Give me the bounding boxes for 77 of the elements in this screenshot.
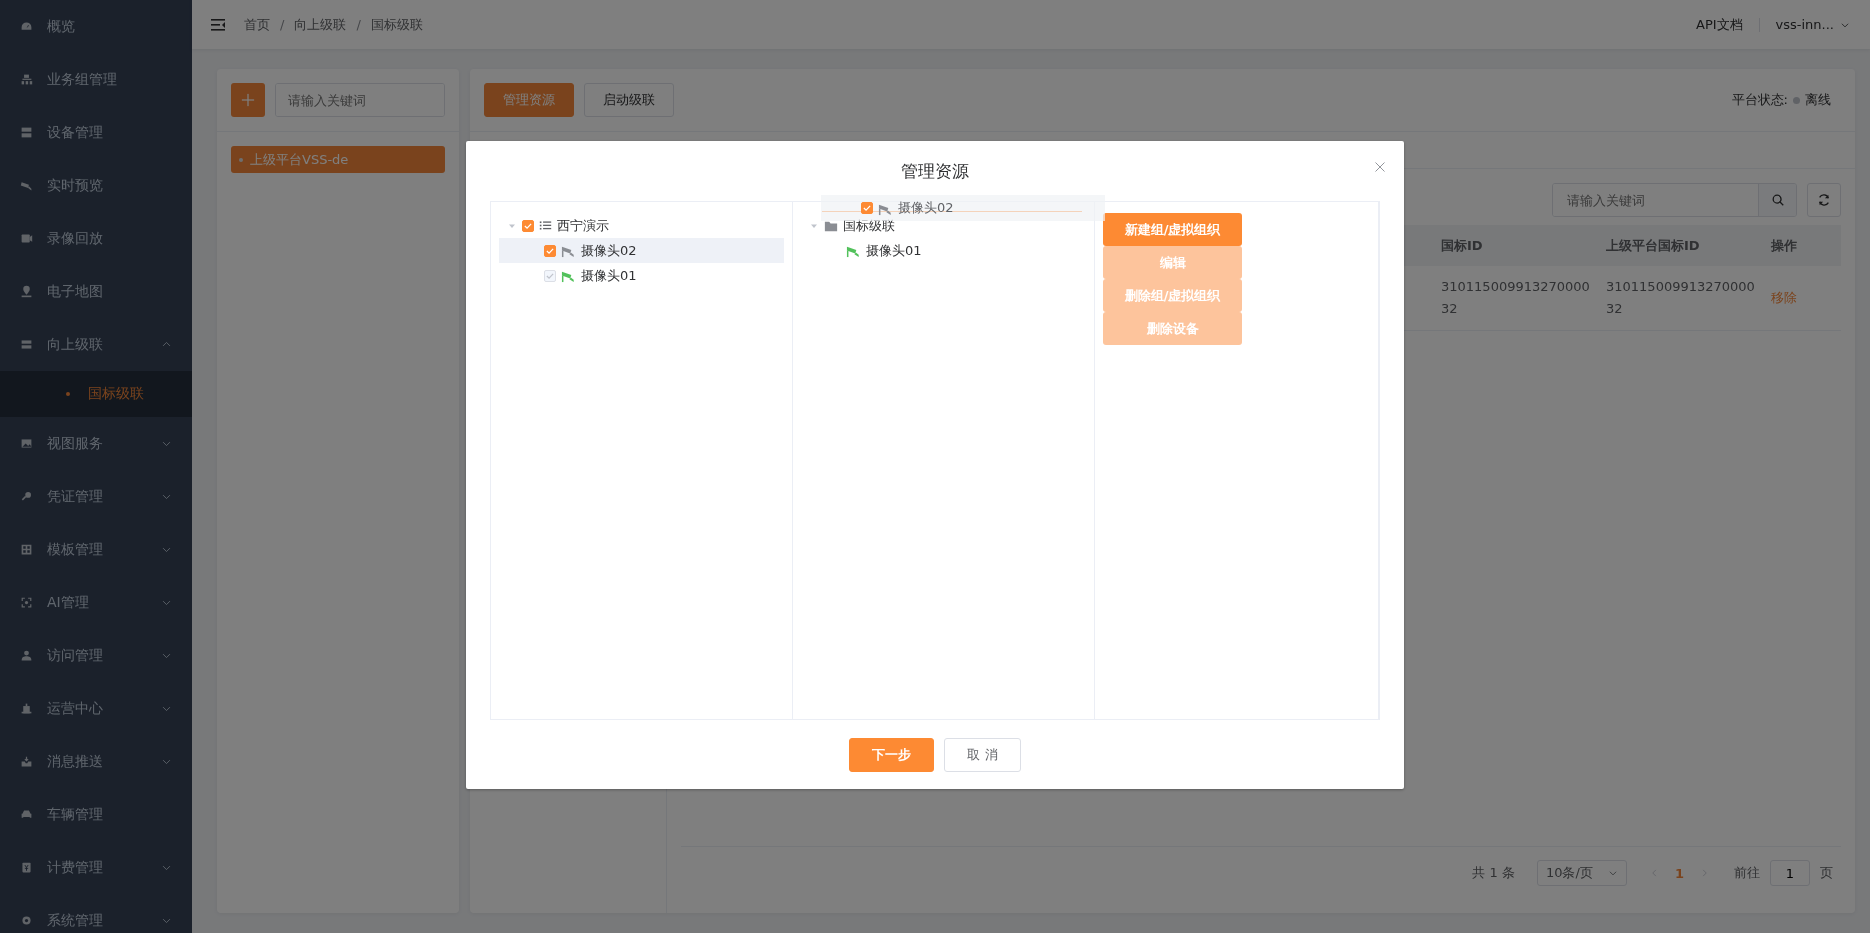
user-menu[interactable]: vss-inn...	[1775, 17, 1850, 32]
sidebar-item[interactable]: 视图服务	[0, 417, 192, 470]
user-icon	[20, 649, 33, 662]
gear-icon	[20, 914, 33, 927]
submenu-item[interactable]: 国标级联	[0, 371, 192, 417]
plus-icon	[241, 93, 255, 107]
chevron-down-icon	[1607, 868, 1618, 878]
page-input[interactable]: 1	[1770, 860, 1810, 886]
key-icon	[20, 490, 33, 503]
check-icon	[862, 203, 872, 213]
refresh-button[interactable]	[1807, 183, 1841, 217]
map-pin-icon	[20, 285, 33, 298]
menu-fold-icon	[210, 16, 226, 33]
goto-label: 前往	[1734, 864, 1760, 882]
sidebar-item[interactable]: 电子地图	[0, 265, 192, 318]
server-icon	[20, 126, 33, 139]
sidebar-item[interactable]: 实时预览	[0, 159, 192, 212]
column-header: 操作	[1771, 237, 1797, 253]
sidebar-item[interactable]: AI管理	[0, 576, 192, 629]
footer-button[interactable]: 下一步	[849, 737, 935, 772]
add-button[interactable]	[231, 83, 265, 117]
tree-node[interactable]: 摄像头02	[499, 238, 784, 263]
platform-item[interactable]: 上级平台VSS-de	[231, 146, 445, 173]
footer-button[interactable]: 取 消	[944, 737, 1021, 772]
tree-node[interactable]: 西宁演示	[499, 213, 784, 238]
sidebar-item[interactable]: 访问管理	[0, 629, 192, 682]
image-icon	[20, 437, 33, 450]
page-size-select[interactable]: 10条/页	[1536, 860, 1627, 886]
docs-link[interactable]: API文档	[1696, 15, 1743, 34]
checkbox[interactable]	[522, 219, 534, 232]
breadcrumb-item[interactable]: 首页	[244, 15, 270, 34]
table-cell: 31011500991327000032	[1606, 279, 1755, 316]
breadcrumb-item[interactable]: 向上级联	[294, 15, 347, 34]
close-icon	[1374, 161, 1386, 173]
sidebar-item[interactable]: 运营中心	[0, 682, 192, 735]
breadcrumb-item[interactable]: 国标级联	[370, 15, 423, 34]
server-icon	[20, 338, 33, 351]
page-suffix: 页	[1820, 864, 1833, 882]
refresh-icon	[1817, 193, 1831, 207]
breadcrumb-separator: /	[356, 17, 361, 32]
sidebar-item[interactable]: 车辆管理	[0, 788, 192, 841]
sidebar-item[interactable]: 计费管理	[0, 841, 192, 894]
table-cell: 31011500991327000032	[1441, 279, 1590, 316]
sidebar-item[interactable]: 设备管理	[0, 106, 192, 159]
column-header: 上级平台国标ID	[1606, 237, 1700, 253]
checkbox[interactable]	[544, 244, 556, 257]
total-count: 共 1 条	[1472, 864, 1515, 882]
sidebar-item[interactable]: 消息推送	[0, 735, 192, 788]
gauge-icon	[20, 20, 33, 33]
toolbar-button[interactable]: 启动级联	[584, 83, 674, 117]
sidebar-item[interactable]: 概览	[0, 0, 192, 53]
toolbar-button[interactable]: 管理资源	[484, 83, 574, 117]
grid-icon	[20, 543, 33, 556]
drag-preview: 摄像头02	[821, 195, 1105, 221]
sidebar-item[interactable]: 系统管理	[0, 894, 192, 933]
car-icon	[20, 808, 33, 821]
sidebar-item[interactable]: 模板管理	[0, 523, 192, 576]
building-icon	[20, 702, 33, 715]
remove-link[interactable]: 移除	[1771, 290, 1797, 305]
sitemap-icon	[20, 73, 33, 86]
sidebar-item[interactable]: 凭证管理	[0, 470, 192, 523]
column-header: 国标ID	[1441, 237, 1483, 253]
dialog-title: 管理资源	[901, 159, 969, 183]
status-text: 离线	[1805, 91, 1831, 109]
yen-icon	[20, 861, 33, 874]
status-label: 平台状态:	[1731, 91, 1788, 109]
sidebar-item[interactable]: 业务组管理	[0, 53, 192, 106]
scan-icon	[20, 596, 33, 609]
list-icon	[539, 219, 552, 232]
tree-node[interactable]: 摄像头01	[801, 238, 1086, 263]
inbox-icon	[20, 755, 33, 768]
page-number[interactable]: 1	[1668, 865, 1690, 881]
action-button[interactable]: 新建组/虚拟组织	[1103, 213, 1242, 246]
search-field[interactable]: 请输入关键词	[276, 84, 444, 116]
breadcrumb-separator: /	[280, 17, 285, 32]
video-icon	[20, 232, 33, 245]
checkbox[interactable]	[861, 202, 873, 214]
